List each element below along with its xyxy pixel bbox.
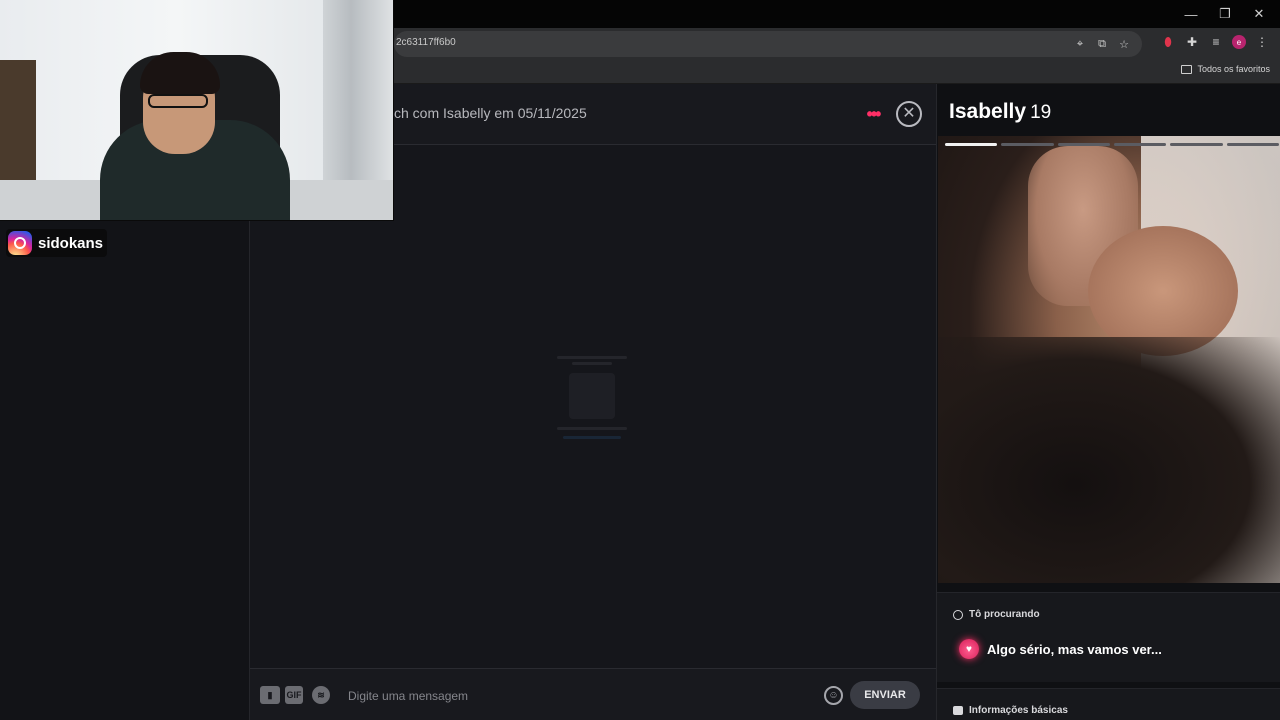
- photo-progress-segment[interactable]: [1057, 143, 1110, 146]
- profile-name-heading: Isabelly 19: [949, 100, 1051, 124]
- photo-progress-segment[interactable]: [1113, 143, 1167, 146]
- send-button[interactable]: ENVIAR: [850, 681, 920, 709]
- profile-panel: Isabelly 19 Tô procurando ♥ Algo sério, m…: [936, 84, 1280, 720]
- looking-for-section: Tô procurando ♥ Algo sério, mas vamos ve…: [937, 592, 1280, 682]
- basic-info-section: Informações básicas: [937, 688, 1280, 720]
- close-window-icon[interactable]: ✕: [1244, 0, 1274, 28]
- placeholder-line: [557, 427, 627, 430]
- spotify-icon[interactable]: ≋: [312, 686, 330, 704]
- bookmark-label: Todos os favoritos: [1197, 64, 1270, 74]
- cam-person-glasses: [148, 94, 208, 108]
- emoji-icon[interactable]: ☺: [824, 686, 843, 705]
- restore-icon[interactable]: ❐: [1210, 0, 1240, 28]
- placeholder-line: [557, 356, 627, 359]
- photo-progress-segment[interactable]: [1226, 143, 1279, 146]
- photo-progress-segment[interactable]: [945, 143, 998, 146]
- instagram-handle: sidokans: [38, 234, 104, 252]
- looking-for-value: Algo sério, mas vamos ver...: [987, 641, 1162, 657]
- gif-button[interactable]: GIF: [285, 686, 303, 704]
- photo-progress-bar: [945, 143, 1279, 146]
- chat-messages-area: [250, 145, 936, 668]
- basic-info-label-row: Informações básicas: [953, 705, 1068, 716]
- message-composer: ▮ GIF ≋ ☺ ENVIAR: [250, 668, 936, 720]
- message-input[interactable]: [348, 685, 808, 707]
- profile-photo[interactable]: [938, 136, 1280, 583]
- photo-progress-segment[interactable]: [1001, 143, 1054, 146]
- search-icon: [953, 609, 963, 620]
- more-options-button[interactable]: •••: [862, 104, 884, 124]
- placeholder-line: [572, 362, 612, 365]
- location-icon[interactable]: ⌖: [1072, 36, 1088, 52]
- minimize-icon[interactable]: —: [1176, 0, 1206, 28]
- profile-age: 19: [1030, 102, 1052, 123]
- looking-for-value-row: ♥ Algo sério, mas vamos ver...: [959, 639, 1162, 659]
- basic-info-label: Informações básicas: [969, 705, 1068, 716]
- instagram-icon: [8, 231, 32, 255]
- photo-hair-area: [938, 337, 1280, 583]
- close-chat-button[interactable]: ✕: [896, 101, 922, 127]
- photo-progress-segment[interactable]: [1170, 143, 1223, 146]
- address-bar[interactable]: 2c63117ff6b0 ⌖ ⧉ ☆: [394, 31, 1142, 57]
- webcam-overlay: [0, 0, 394, 221]
- profile-name: Isabelly: [949, 100, 1027, 123]
- placeholder-photo: [569, 373, 615, 419]
- cam-shelf: [0, 60, 36, 200]
- id-card-icon: [953, 706, 963, 715]
- bookmark-all-favorites[interactable]: Todos os favoritos: [1181, 64, 1270, 74]
- address-icons: ⌖ ⧉ ☆: [1072, 36, 1132, 52]
- instagram-handle-tag: sidokans: [6, 229, 108, 257]
- screen: — ❐ ✕ 2c63117ff6b0 ⌖ ⧉ ☆ ⬮ ✚ ≡ e ⋮ Todos…: [0, 0, 1280, 720]
- media-controls-icon[interactable]: ≡: [1208, 33, 1224, 51]
- profile-avatar-icon[interactable]: e: [1232, 35, 1246, 49]
- folder-icon: [1181, 64, 1193, 74]
- match-placeholder-card: [556, 353, 628, 461]
- window-controls: — ❐ ✕: [1176, 0, 1274, 28]
- looking-for-label: Tô procurando: [969, 609, 1040, 620]
- bookmark-star-icon[interactable]: ☆: [1116, 36, 1132, 52]
- heart-eyes-emoji-icon: ♥: [959, 639, 979, 659]
- install-app-icon[interactable]: ⧉: [1094, 36, 1110, 52]
- extension-shield-icon[interactable]: ⬮: [1160, 33, 1176, 51]
- contact-card-icon[interactable]: ▮: [260, 686, 280, 704]
- looking-for-label-row: Tô procurando: [953, 609, 1040, 620]
- placeholder-link: [563, 436, 621, 439]
- url-text: 2c63117ff6b0: [396, 37, 456, 48]
- chat-title: ch com Isabelly em 05/11/2025: [394, 105, 587, 121]
- toolbar-icons: ⬮ ✚ ≡ e ⋮: [1160, 33, 1270, 51]
- browser-menu-icon[interactable]: ⋮: [1254, 33, 1270, 51]
- extensions-puzzle-icon[interactable]: ✚: [1184, 33, 1200, 51]
